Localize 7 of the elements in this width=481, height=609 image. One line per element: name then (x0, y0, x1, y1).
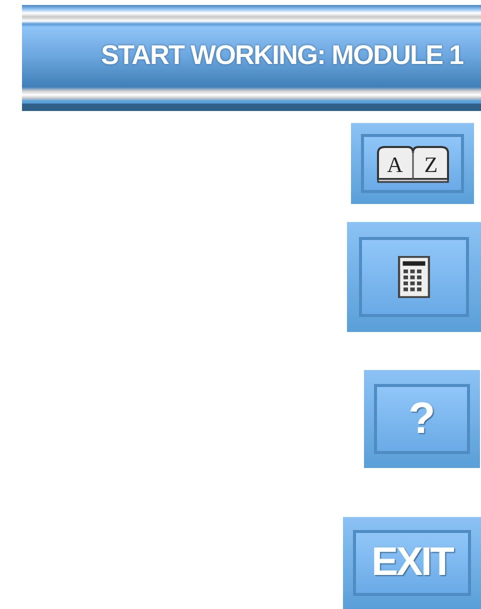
help-button[interactable]: ? (364, 370, 480, 468)
calculator-icon (398, 256, 430, 298)
exit-button[interactable]: EXIT (343, 517, 481, 609)
glossary-button[interactable]: A Z (351, 123, 474, 204)
calculator-button[interactable] (347, 222, 481, 332)
book-icon: A Z (374, 144, 450, 182)
module-title: START WORKING: MODULE 1 (101, 40, 463, 70)
